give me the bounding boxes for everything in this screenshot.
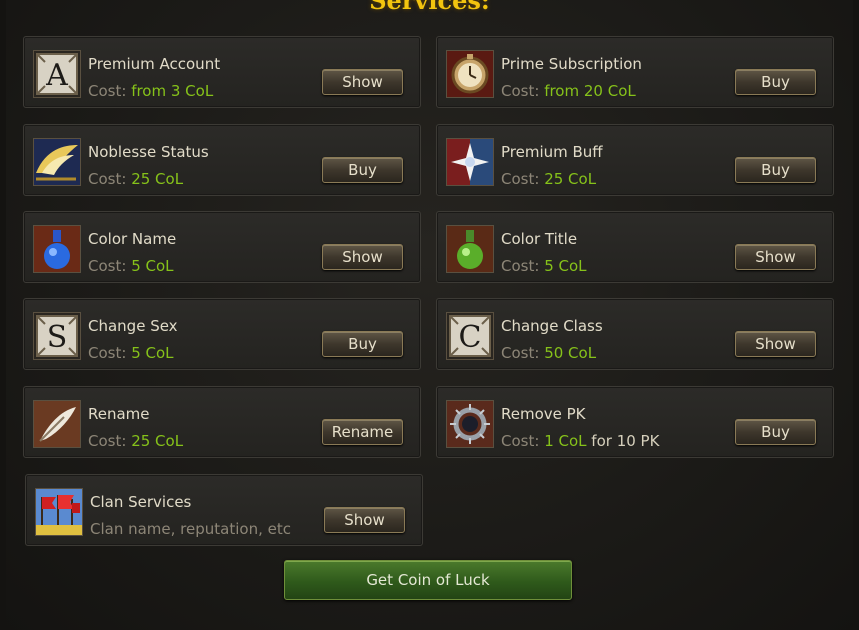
service-cost: Cost: 25 CoL	[88, 170, 183, 188]
cost-label: Cost:	[88, 432, 127, 450]
cost-value: 25 CoL	[544, 170, 597, 188]
cross-burst-icon	[446, 138, 494, 186]
svg-text:S: S	[47, 320, 68, 355]
rename-button[interactable]: Rename	[322, 419, 403, 445]
cost-label: Cost:	[501, 344, 540, 362]
service-name: Rename	[88, 405, 150, 423]
service-card-premium-account: A Premium Account Cost: from 3 CoL Show	[23, 36, 421, 108]
page-title: Services:	[369, 0, 490, 15]
pocket-watch-icon	[446, 50, 494, 98]
cost-value: 5 CoL	[544, 257, 587, 275]
blue-potion-icon	[33, 225, 81, 273]
buy-button[interactable]: Buy	[322, 157, 403, 183]
service-name: Color Title	[501, 230, 578, 248]
get-coin-of-luck-button[interactable]: Get Coin of Luck	[284, 560, 572, 600]
cost-value: 50 CoL	[544, 344, 597, 362]
service-cost: Cost: 25 CoL	[88, 432, 183, 450]
service-card-remove-pk: Remove PK Cost: 1 CoL for 10 PK Buy	[436, 386, 834, 458]
service-description: Clan name, reputation, etc	[90, 520, 291, 538]
cost-label: Cost:	[501, 257, 540, 275]
cost-value: 25 CoL	[131, 170, 184, 188]
service-cost: Cost: 5 CoL	[88, 344, 174, 362]
cost-value: 25 CoL	[131, 432, 184, 450]
letter-a-icon: A	[33, 50, 81, 98]
buy-button[interactable]: Buy	[735, 419, 816, 445]
letter-s-icon: S	[33, 312, 81, 360]
buy-button[interactable]: Buy	[322, 331, 403, 357]
service-name: Change Sex	[88, 317, 178, 335]
show-button[interactable]: Show	[322, 244, 403, 270]
service-name: Clan Services	[90, 493, 192, 511]
service-name: Premium Buff	[501, 143, 603, 161]
buy-button[interactable]: Buy	[735, 157, 816, 183]
cost-tail: for 10 PK	[591, 432, 660, 450]
cost-label: Cost:	[501, 82, 540, 100]
wings-icon	[33, 138, 81, 186]
service-cost: Cost: from 3 CoL	[88, 82, 213, 100]
spiked-ring-icon	[446, 400, 494, 448]
service-name: Noblesse Status	[88, 143, 209, 161]
service-cost: Cost: 1 CoL for 10 PK	[501, 432, 659, 450]
buy-button[interactable]: Buy	[735, 69, 816, 95]
letter-c-icon: C	[446, 312, 494, 360]
green-potion-icon	[446, 225, 494, 273]
cost-value: from 3 CoL	[131, 82, 214, 100]
service-card-clan-services: Clan Services Clan name, reputation, etc…	[25, 474, 423, 546]
show-button[interactable]: Show	[735, 331, 816, 357]
cost-label: Cost:	[501, 170, 540, 188]
service-cost: Cost: 25 CoL	[501, 170, 596, 188]
cost-label: Cost:	[501, 432, 540, 450]
service-name: Premium Account	[88, 55, 221, 73]
service-card-rename: Rename Cost: 25 CoL Rename	[23, 386, 421, 458]
service-cost: Cost: 50 CoL	[501, 344, 596, 362]
svg-text:C: C	[459, 320, 482, 355]
svg-text:A: A	[45, 58, 68, 93]
cost-label: Cost:	[88, 344, 127, 362]
cost-value: 5 CoL	[131, 257, 174, 275]
service-cost: Cost: 5 CoL	[88, 257, 174, 275]
service-card-prime-subscription: Prime Subscription Cost: from 20 CoL Buy	[436, 36, 834, 108]
clan-flags-icon	[35, 488, 83, 536]
show-button[interactable]: Show	[324, 507, 405, 533]
service-name: Remove PK	[501, 405, 586, 423]
service-name: Change Class	[501, 317, 603, 335]
service-card-color-name: Color Name Cost: 5 CoL Show	[23, 211, 421, 283]
cost-value: from 20 CoL	[544, 82, 636, 100]
show-button[interactable]: Show	[735, 244, 816, 270]
cost-label: Cost:	[88, 257, 127, 275]
show-button[interactable]: Show	[322, 69, 403, 95]
cost-value: 5 CoL	[131, 344, 174, 362]
service-card-color-title: Color Title Cost: 5 CoL Show	[436, 211, 834, 283]
cost-label: Cost:	[88, 82, 127, 100]
service-card-change-sex: S Change Sex Cost: 5 CoL Buy	[23, 298, 421, 370]
service-name: Color Name	[88, 230, 177, 248]
service-card-change-class: C Change Class Cost: 50 CoL Show	[436, 298, 834, 370]
cost-value: 1 CoL	[544, 432, 587, 450]
service-cost: Cost: 5 CoL	[501, 257, 587, 275]
quill-icon	[33, 400, 81, 448]
service-card-premium-buff: Premium Buff Cost: 25 CoL Buy	[436, 124, 834, 196]
service-card-noblesse-status: Noblesse Status Cost: 25 CoL Buy	[23, 124, 421, 196]
service-cost: Cost: from 20 CoL	[501, 82, 636, 100]
cost-label: Cost:	[88, 170, 127, 188]
service-name: Prime Subscription	[501, 55, 642, 73]
